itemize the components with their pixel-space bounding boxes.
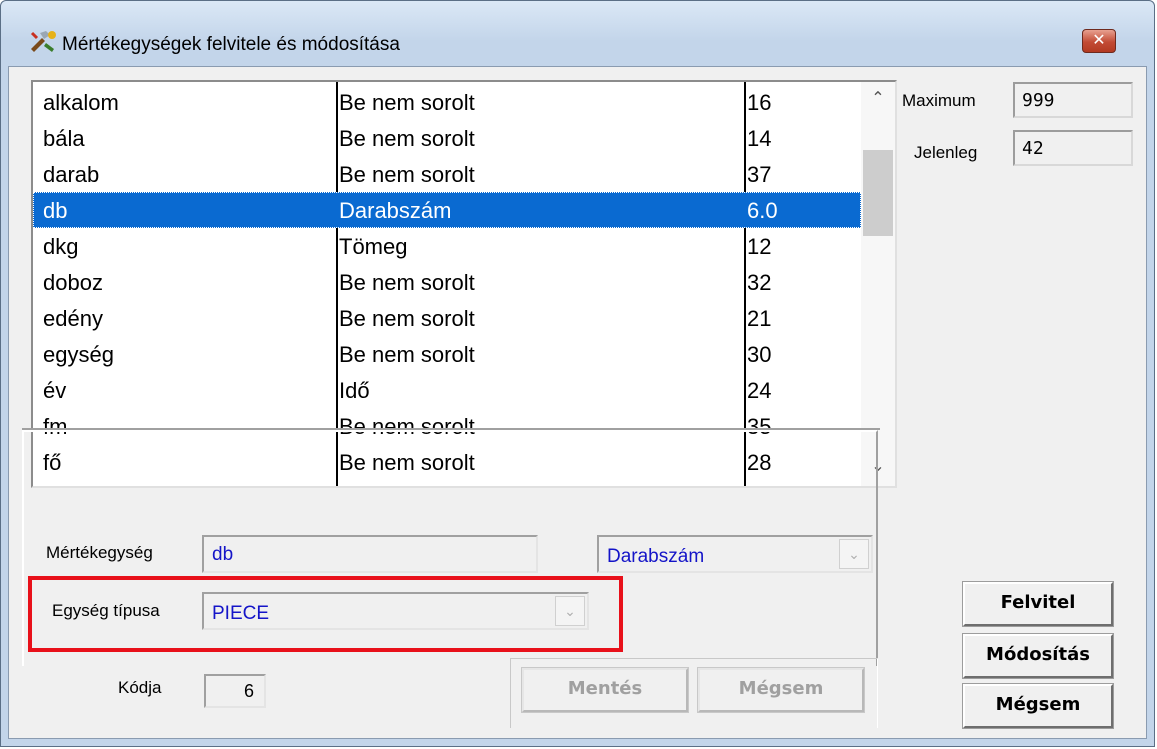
modify-button[interactable]: Módosítás (962, 633, 1114, 679)
unit-name-cell: darab (43, 162, 100, 187)
current-field: 42 (1013, 130, 1133, 166)
unit-code-cell: 24 (747, 378, 772, 403)
unit-type-label: Egység típusa (52, 601, 160, 620)
unit-field[interactable]: db (202, 535, 538, 573)
unit-type-select-value: PIECE (212, 603, 270, 624)
code-label: Kódja (118, 678, 162, 697)
list-row[interactable]: bála Be nem sorolt 14 (33, 120, 861, 156)
add-button[interactable]: Felvitel (962, 581, 1114, 627)
unit-code-cell: 30 (747, 342, 772, 367)
unit-code-cell: 16 (747, 90, 772, 115)
unit-type-cell: Be nem sorolt (339, 342, 475, 367)
unit-name-cell: alkalom (43, 90, 119, 115)
list-row[interactable]: edény Be nem sorolt 21 (33, 300, 861, 336)
code-field[interactable]: 6 (204, 674, 266, 708)
unit-code-cell: 21 (747, 306, 772, 331)
unit-code-cell: 14 (747, 126, 772, 151)
maximum-field: 999 (1013, 82, 1133, 118)
unit-name-cell: dkg (43, 234, 79, 259)
list-scrollbar[interactable]: ⌃ ⌄ (861, 82, 895, 486)
category-select[interactable]: Darabszám ⌄ (597, 535, 873, 573)
unit-type-cell: Be nem sorolt (339, 162, 475, 187)
unit-type-cell: Darabszám (339, 198, 452, 223)
list-row[interactable]: darab Be nem sorolt 37 (33, 156, 861, 192)
units-list[interactable]: alkalom Be nem sorolt 16 bála Be nem sorolt 1… (31, 80, 897, 488)
unit-type-cell: Be nem sorolt (339, 270, 475, 295)
unit-type-select[interactable]: PIECE ⌄ (202, 592, 589, 630)
unit-name-cell: egység (43, 342, 114, 367)
list-row[interactable]: egység Be nem sorolt 30 (33, 336, 861, 372)
unit-code-cell: 37 (747, 162, 772, 187)
save-button[interactable]: Mentés (521, 667, 689, 713)
close-button[interactable]: ✕ (1082, 29, 1116, 53)
category-select-value: Darabszám (607, 546, 705, 567)
chevron-down-icon[interactable]: ⌄ (555, 596, 585, 626)
unit-code-cell: 12 (747, 234, 772, 259)
unit-type-cell: Be nem sorolt (339, 306, 475, 331)
window-title: Mértékegységek felvitele és módosítása (62, 34, 400, 55)
current-label: Jelenleg (914, 143, 978, 162)
unit-name-cell: év (43, 378, 67, 403)
list-row[interactable]: doboz Be nem sorolt 32 (33, 264, 861, 300)
app-tools-icon (30, 31, 56, 52)
scroll-up-icon[interactable]: ⌃ (861, 84, 895, 114)
list-row[interactable]: dkg Tömeg 12 (33, 228, 861, 264)
unit-label: Mértékegység (46, 543, 153, 562)
unit-name-cell: bála (43, 126, 85, 151)
unit-type-cell: Be nem sorolt (339, 126, 475, 151)
unit-code-cell: 32 (747, 270, 772, 295)
unit-type-cell: Be nem sorolt (339, 90, 475, 115)
unit-type-cell: Idő (339, 378, 370, 403)
unit-code-cell: 6.0 (747, 198, 778, 223)
list-row[interactable]: év Idő 24 (33, 372, 861, 408)
cancel-edit-button[interactable]: Mégsem (697, 667, 865, 713)
cancel-button[interactable]: Mégsem (962, 683, 1114, 729)
chevron-down-icon[interactable]: ⌄ (839, 539, 869, 569)
maximum-label: Maximum (902, 91, 976, 110)
unit-name-cell: doboz (43, 270, 103, 295)
unit-name-cell: edény (43, 306, 103, 331)
unit-name-cell: db (43, 198, 68, 223)
list-row[interactable]: db Darabszám 6.0 (33, 192, 861, 228)
unit-type-cell: Tömeg (339, 234, 408, 259)
scroll-thumb[interactable] (863, 150, 893, 236)
list-row[interactable]: alkalom Be nem sorolt 16 (33, 84, 861, 120)
